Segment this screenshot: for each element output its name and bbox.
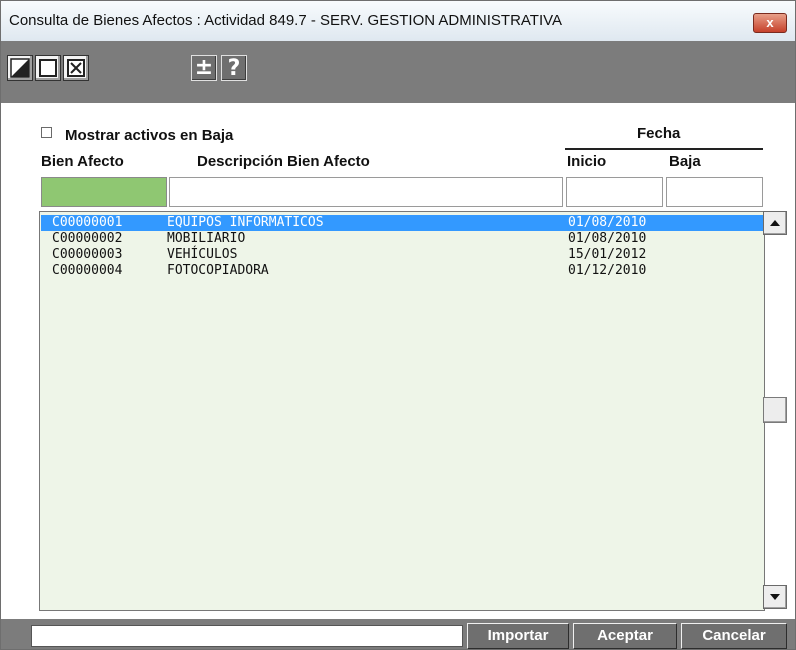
show-inactive-label: Mostrar activos en Baja (65, 127, 234, 144)
column-header-code: Bien Afecto (41, 153, 124, 170)
status-field (31, 625, 463, 647)
cell-description: VEHÍCULOS (167, 247, 238, 262)
help-button[interactable]: ? (221, 55, 247, 81)
date-group-divider (565, 148, 763, 150)
toolbar: ± ? (1, 41, 795, 103)
cell-description: MOBILIARIO (167, 231, 246, 246)
arrow-up-icon (770, 220, 780, 226)
cell-description: EQUIPOS INFORMATICOS (167, 215, 324, 230)
accept-button[interactable]: Aceptar (573, 623, 677, 649)
code-filter-input[interactable] (41, 177, 167, 207)
assets-list[interactable]: C00000001 EQUIPOS INFORMATICOS 01/08/201… (39, 211, 765, 611)
edit-button[interactable] (7, 55, 33, 81)
end-date-filter-input[interactable] (666, 177, 763, 207)
edit-icon (10, 58, 30, 78)
dialog-window: Consulta de Bienes Afectos : Actividad 8… (0, 0, 796, 650)
scroll-up-button[interactable] (763, 211, 787, 235)
cell-code: C00000004 (52, 263, 123, 278)
cell-code: C00000002 (52, 231, 123, 246)
help-icon: ? (227, 55, 241, 81)
toggle-button[interactable]: ± (191, 55, 217, 81)
cell-description: FOTOCOPIADORA (167, 263, 269, 278)
description-filter-input[interactable] (169, 177, 563, 207)
scrollbar-thumb[interactable] (763, 397, 787, 423)
column-header-description: Descripción Bien Afecto (197, 153, 370, 170)
table-row[interactable]: C00000003 VEHÍCULOS 15/01/2012 (41, 247, 763, 263)
window-title: Consulta de Bienes Afectos : Actividad 8… (9, 12, 563, 29)
column-header-end: Baja (669, 153, 701, 170)
table-row[interactable]: C00000004 FOTOCOPIADORA 01/12/2010 (41, 263, 763, 279)
cell-start-date: 01/08/2010 (568, 231, 647, 246)
title-bar: Consulta de Bienes Afectos : Actividad 8… (1, 1, 795, 42)
blank-icon (39, 59, 57, 77)
column-header-start: Inicio (567, 153, 607, 170)
close-button[interactable]: x (753, 13, 787, 33)
plus-minus-icon: ± (194, 55, 214, 80)
cell-start-date: 01/12/2010 (568, 263, 647, 278)
cancel-button[interactable]: Cancelar (681, 623, 787, 649)
date-group-header: Fecha (637, 125, 681, 142)
delete-icon (67, 59, 85, 77)
new-button[interactable] (35, 55, 61, 81)
scroll-down-button[interactable] (763, 585, 787, 609)
show-inactive-checkbox[interactable] (41, 127, 52, 138)
arrow-down-icon (770, 594, 780, 600)
delete-button[interactable] (63, 55, 89, 81)
import-button[interactable]: Importar (467, 623, 569, 649)
table-row[interactable]: C00000002 MOBILIARIO 01/08/2010 (41, 231, 763, 247)
start-date-filter-input[interactable] (566, 177, 663, 207)
cell-code: C00000001 (52, 215, 123, 230)
cell-start-date: 15/01/2012 (568, 247, 647, 262)
table-row[interactable]: C00000001 EQUIPOS INFORMATICOS 01/08/201… (41, 215, 763, 231)
cell-code: C00000003 (52, 247, 123, 262)
cell-start-date: 01/08/2010 (568, 215, 647, 230)
